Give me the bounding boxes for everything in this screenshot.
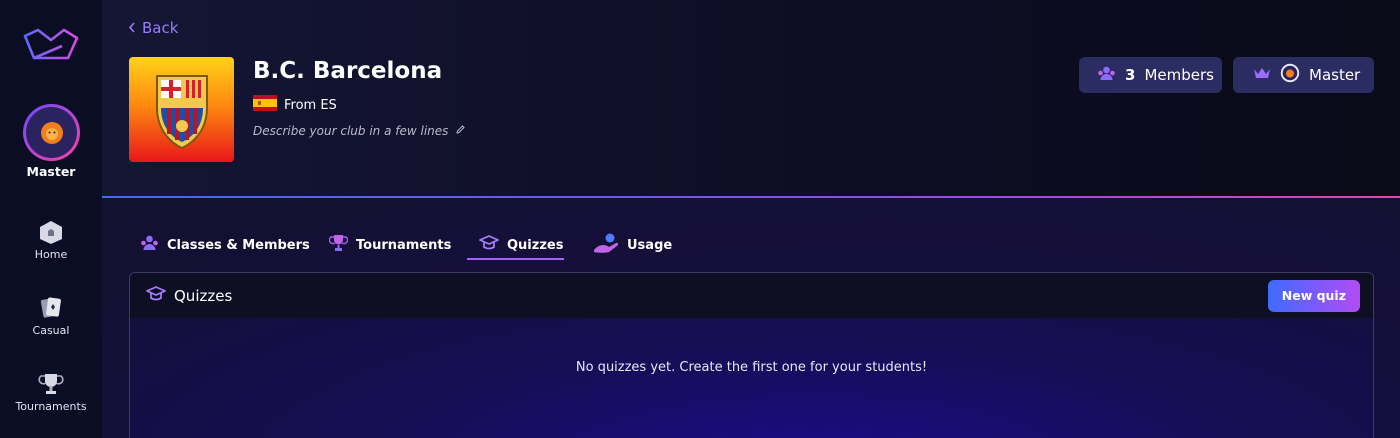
tab-quizzes[interactable]: Quizzes: [479, 230, 563, 260]
tab-tournaments[interactable]: Tournaments: [328, 230, 452, 260]
members-icon: [1097, 65, 1116, 86]
graduation-cap-icon: [146, 285, 166, 306]
graduation-cap-icon: [479, 235, 499, 255]
active-tab-indicator: [467, 258, 564, 260]
fcb-crest-icon: [155, 74, 208, 149]
sidebar-item-label: Tournaments: [15, 400, 87, 413]
back-link[interactable]: Back: [128, 19, 178, 37]
home-icon: [38, 219, 64, 245]
sidebar-item-label: Casual: [32, 324, 70, 337]
members-button[interactable]: 3 Members: [1079, 57, 1222, 93]
club-name: B.C. Barcelona: [253, 58, 443, 84]
members-count: 3: [1125, 66, 1136, 84]
trophy-icon: [38, 371, 64, 397]
chevron-left-icon: [128, 19, 136, 37]
description-placeholder: Describe your club in a few lines: [253, 124, 449, 138]
tab-classes-members[interactable]: Classes & Members: [140, 230, 310, 260]
new-quiz-button[interactable]: New quiz: [1267, 279, 1360, 312]
master-label: Master: [1309, 66, 1361, 84]
back-label: Back: [142, 19, 179, 37]
quizzes-panel: Quizzes New quiz No quizzes yet. Create …: [129, 272, 1374, 438]
tab-label: Classes & Members: [167, 237, 310, 253]
user-avatar[interactable]: [23, 104, 80, 161]
trophy-icon: [328, 234, 349, 256]
tab-usage[interactable]: Usage: [593, 230, 672, 260]
club-description[interactable]: Describe your club in a few lines: [253, 124, 466, 138]
tab-label: Usage: [627, 237, 673, 253]
quizzes-panel-header: Quizzes New quiz: [130, 273, 1373, 318]
empty-state-message: No quizzes yet. Create the first one for…: [575, 360, 928, 375]
master-avatar: [1280, 63, 1300, 87]
sidebar-item-home[interactable]: Home: [0, 219, 102, 261]
cards-icon: [38, 295, 64, 321]
members-label: Members: [1144, 66, 1214, 84]
members-icon: [140, 234, 159, 256]
sidebar-item-casual[interactable]: Casual: [0, 295, 102, 337]
sidebar-item-label: Home: [34, 248, 68, 261]
lion-icon: [40, 121, 63, 144]
user-name: Master: [26, 164, 76, 179]
pencil-icon[interactable]: [455, 124, 466, 138]
spain-flag-icon: [253, 95, 277, 111]
club-origin: From ES: [284, 98, 337, 113]
panel-title: Quizzes: [174, 286, 233, 305]
crown-icon: [1253, 66, 1271, 84]
tab-label: Quizzes: [507, 237, 564, 253]
sidebar-item-tournaments[interactable]: Tournaments: [0, 371, 102, 413]
sidebar: Master Home Casual Tournaments: [0, 0, 102, 438]
tab-label: Tournaments: [356, 237, 452, 253]
crown-logo-icon[interactable]: [22, 26, 80, 62]
usage-icon: [593, 232, 619, 258]
master-button[interactable]: Master: [1233, 57, 1374, 93]
club-logo[interactable]: [129, 57, 234, 162]
